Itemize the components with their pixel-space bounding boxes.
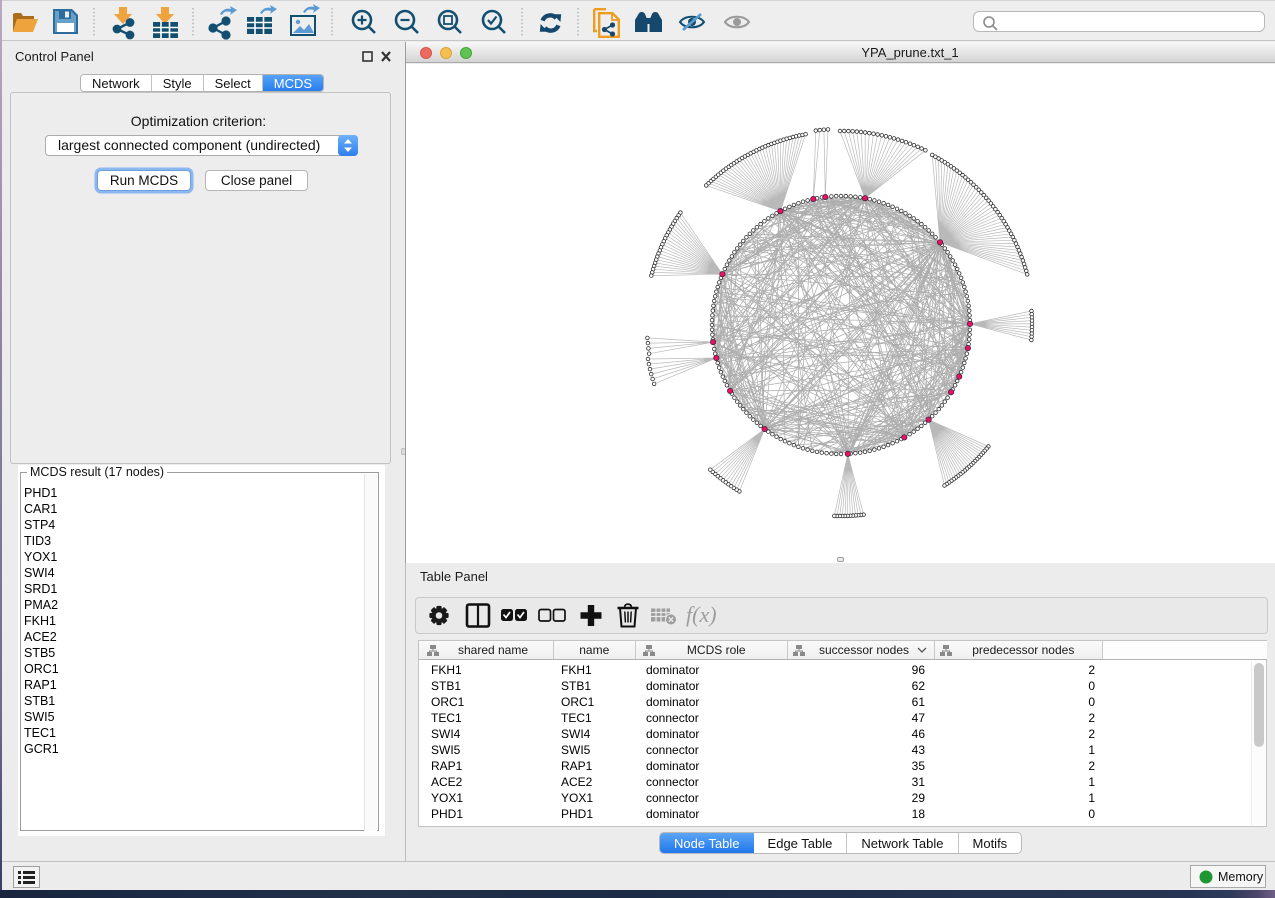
svg-text:f(x): f(x) [686,602,717,627]
